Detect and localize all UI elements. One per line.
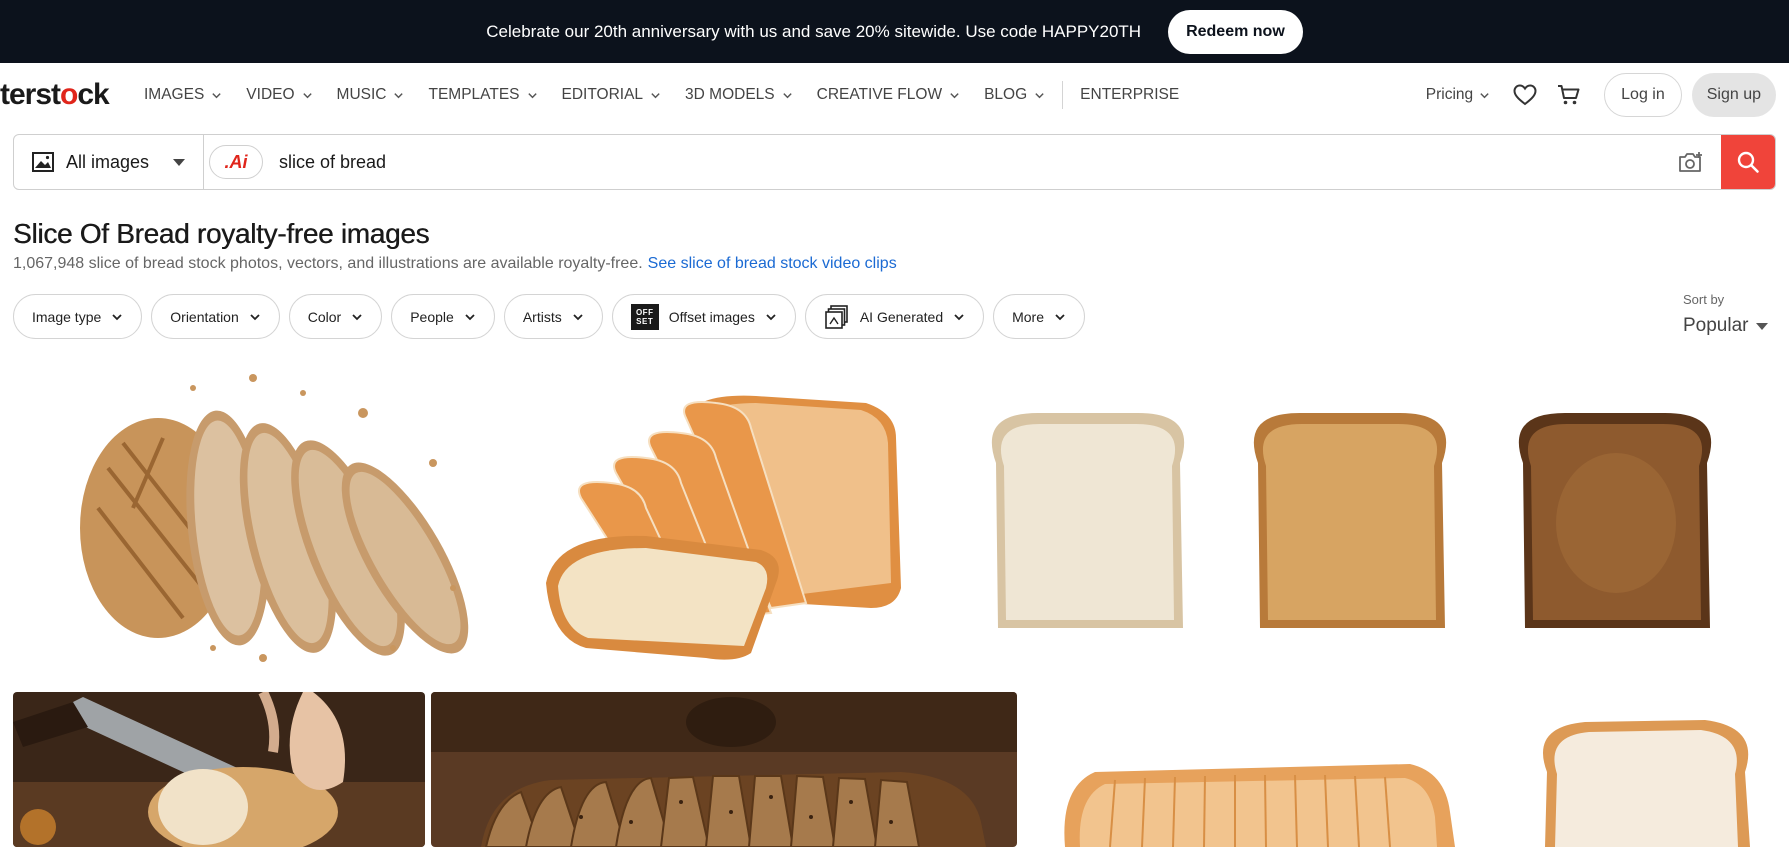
cart-icon bbox=[1558, 85, 1580, 105]
nav-divider bbox=[1062, 81, 1064, 109]
nav-menu: IMAGES VIDEO MUSIC TEMPLATES EDITORIAL 3… bbox=[144, 63, 1203, 127]
chevron-down-icon bbox=[651, 92, 660, 98]
result-three-toast-slices[interactable] bbox=[968, 358, 1776, 683]
chevron-down-icon bbox=[250, 313, 260, 320]
camera-icon bbox=[1679, 152, 1702, 172]
toast-slices-image bbox=[968, 358, 1776, 683]
nav-item-enterprise[interactable]: ENTERPRISE bbox=[1080, 86, 1179, 104]
chevron-down-icon bbox=[212, 92, 221, 98]
chevron-down-icon bbox=[527, 92, 537, 98]
promo-banner: Celebrate our 20th anniversary with us a… bbox=[0, 0, 1789, 63]
search-scope-label: All images bbox=[66, 151, 150, 172]
video-clips-link[interactable]: See slice of bread stock video clips bbox=[648, 255, 897, 272]
chevron-down-icon bbox=[394, 92, 404, 98]
filter-ai-generated[interactable]: AI Generated bbox=[804, 294, 985, 339]
white-loaf-image bbox=[516, 358, 960, 683]
search-input[interactable] bbox=[263, 135, 1661, 189]
top-nav: terstock IMAGES VIDEO MUSIC TEMPLATES ED… bbox=[0, 63, 1789, 127]
chevron-down-icon bbox=[1055, 313, 1065, 320]
chevron-down-icon bbox=[766, 313, 776, 320]
chevron-down-icon bbox=[1480, 92, 1489, 98]
result-sourdough-loaf-slices[interactable] bbox=[13, 358, 507, 683]
cutting-bread-image bbox=[13, 692, 425, 847]
results-summary: 1,067,948 slice of bread stock photos, v… bbox=[13, 255, 897, 273]
image-icon bbox=[32, 152, 54, 172]
result-sliced-seeded-loaf[interactable] bbox=[431, 692, 1017, 847]
bread-slice-image bbox=[1505, 692, 1776, 847]
chevron-down-icon bbox=[954, 313, 964, 320]
page-title: Slice Of Bread royalty-free images bbox=[13, 218, 430, 249]
filter-more[interactable]: More bbox=[993, 294, 1086, 339]
chevron-down-icon bbox=[573, 313, 583, 320]
bread-loaf-side-image bbox=[1025, 692, 1495, 847]
chevron-down-icon bbox=[465, 313, 475, 320]
nav-item-3d-models[interactable]: 3D MODELS bbox=[685, 86, 793, 104]
sort-control[interactable]: Sort by Popular bbox=[1683, 292, 1775, 337]
seeded-loaf-image bbox=[431, 692, 1017, 847]
favorites-button[interactable] bbox=[1510, 80, 1540, 110]
chevron-down-icon bbox=[950, 92, 959, 98]
nav-item-templates[interactable]: TEMPLATES bbox=[428, 86, 537, 104]
chevron-down-icon bbox=[352, 313, 362, 320]
chevron-down-icon bbox=[782, 92, 792, 98]
promo-text: Celebrate our 20th anniversary with us a… bbox=[486, 21, 1142, 41]
nav-item-creative-flow[interactable]: CREATIVE FLOW bbox=[817, 86, 960, 104]
filter-orientation[interactable]: Orientation bbox=[151, 294, 280, 339]
heart-icon bbox=[1513, 84, 1537, 106]
nav-item-video[interactable]: VIDEO bbox=[246, 86, 312, 104]
ai-search-toggle[interactable]: .Ai bbox=[209, 145, 263, 179]
pricing-menu[interactable]: Pricing bbox=[1426, 86, 1490, 104]
caret-down-icon bbox=[1755, 322, 1768, 330]
chevron-down-icon bbox=[112, 313, 122, 320]
sourdough-slices-image bbox=[13, 358, 507, 683]
offset-logo-icon: OFF SET bbox=[630, 303, 659, 330]
result-white-bread-slice[interactable] bbox=[1505, 692, 1776, 847]
signup-button[interactable]: Sign up bbox=[1691, 73, 1776, 117]
nav-item-music[interactable]: MUSIC bbox=[337, 86, 405, 104]
result-sliced-white-bread-loaf[interactable] bbox=[516, 358, 960, 683]
caret-down-icon bbox=[173, 159, 185, 166]
filter-bar: Image type Orientation Color People Arti… bbox=[13, 294, 1086, 339]
nav-item-editorial[interactable]: EDITORIAL bbox=[562, 86, 662, 104]
nav-item-blog[interactable]: BLOG bbox=[984, 86, 1045, 104]
result-white-bread-loaf-side[interactable] bbox=[1025, 692, 1495, 847]
filter-offset-images[interactable]: OFF SET Offset images bbox=[611, 294, 796, 339]
chevron-down-icon bbox=[302, 92, 312, 98]
sort-select[interactable]: Popular bbox=[1683, 315, 1775, 337]
nav-item-images[interactable]: IMAGES bbox=[144, 86, 222, 104]
sort-label: Sort by bbox=[1683, 292, 1725, 307]
search-submit-button[interactable] bbox=[1721, 135, 1775, 189]
result-hand-cutting-bread[interactable] bbox=[13, 692, 425, 847]
results-count-text: 1,067,948 slice of bread stock photos, v… bbox=[13, 255, 643, 272]
login-button[interactable]: Log in bbox=[1604, 73, 1682, 117]
filter-color[interactable]: Color bbox=[288, 294, 383, 339]
filter-artists[interactable]: Artists bbox=[503, 294, 603, 339]
redeem-button[interactable]: Redeem now bbox=[1168, 9, 1303, 54]
nav-actions: Pricing Log in Sign up bbox=[1426, 63, 1776, 127]
chevron-down-icon bbox=[1035, 92, 1044, 98]
search-by-image-button[interactable] bbox=[1661, 135, 1721, 189]
search-bar: All images .Ai bbox=[13, 134, 1776, 190]
search-icon bbox=[1737, 151, 1759, 173]
ai-stack-icon bbox=[825, 304, 848, 329]
brand-logo[interactable]: terstock bbox=[0, 77, 110, 113]
search-scope-select[interactable]: All images bbox=[14, 135, 204, 189]
filter-people[interactable]: People bbox=[391, 294, 495, 339]
filter-image-type[interactable]: Image type bbox=[13, 294, 143, 339]
cart-button[interactable] bbox=[1554, 80, 1584, 110]
